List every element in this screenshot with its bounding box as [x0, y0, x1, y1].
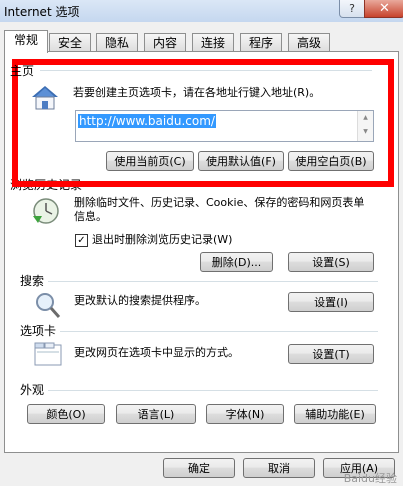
- window-title: Internet 选项: [4, 5, 80, 19]
- accessibility-button[interactable]: 辅助功能(E): [294, 404, 376, 424]
- window-tabs-icon: [34, 342, 62, 366]
- cancel-button[interactable]: 取消: [243, 458, 315, 478]
- delete-history-button[interactable]: 删除(D)...: [200, 252, 273, 272]
- clock-icon: [30, 196, 64, 226]
- homepage-section-title: 主页: [10, 64, 35, 78]
- tabs-description: 更改网页在选项卡中显示的方式。: [74, 346, 239, 359]
- tab-content[interactable]: 内容: [144, 33, 186, 52]
- close-button[interactable]: ✕: [364, 0, 403, 18]
- ok-button[interactable]: 确定: [163, 458, 235, 478]
- divider: [60, 331, 378, 332]
- colors-button[interactable]: 颜色(O): [27, 404, 105, 424]
- divider: [48, 281, 378, 282]
- tabs-section-title: 选项卡: [20, 324, 57, 338]
- tab-connections[interactable]: 连接: [192, 33, 234, 52]
- tabs-settings-button[interactable]: 设置(T): [288, 344, 374, 364]
- tab-privacy[interactable]: 隐私: [96, 33, 138, 52]
- history-settings-button[interactable]: 设置(S): [288, 252, 374, 272]
- fonts-button[interactable]: 字体(N): [206, 404, 284, 424]
- tab-advanced[interactable]: 高级: [288, 33, 330, 52]
- tab-general[interactable]: 常规: [4, 30, 48, 53]
- delete-on-exit-label: 退出时删除浏览历史记录(W): [92, 233, 233, 246]
- magnifier-icon: [32, 290, 62, 320]
- help-button[interactable]: ?: [339, 0, 365, 18]
- title-bar[interactable]: Internet 选项 ? ✕: [0, 0, 403, 22]
- watermark: Baidu经验: [343, 472, 397, 485]
- search-settings-button[interactable]: 设置(I): [288, 292, 374, 312]
- divider: [48, 390, 378, 391]
- red-highlight-annotation: [12, 59, 394, 187]
- languages-button[interactable]: 语言(L): [116, 404, 196, 424]
- search-description: 更改默认的搜索提供程序。: [74, 294, 206, 307]
- delete-on-exit-checkbox[interactable]: ✓: [75, 234, 88, 247]
- tab-security[interactable]: 安全: [49, 33, 91, 52]
- appearance-section-title: 外观: [20, 383, 45, 397]
- history-description: 删除临时文件、历史记录、Cookie、保存的密码和网页表单信息。: [74, 196, 365, 223]
- search-section-title: 搜索: [20, 274, 45, 288]
- tab-programs[interactable]: 程序: [240, 33, 282, 52]
- internet-options-dialog: Internet 选项 ? ✕ 常规 安全 隐私 内容 连接 程序 高级 主页 …: [0, 0, 403, 486]
